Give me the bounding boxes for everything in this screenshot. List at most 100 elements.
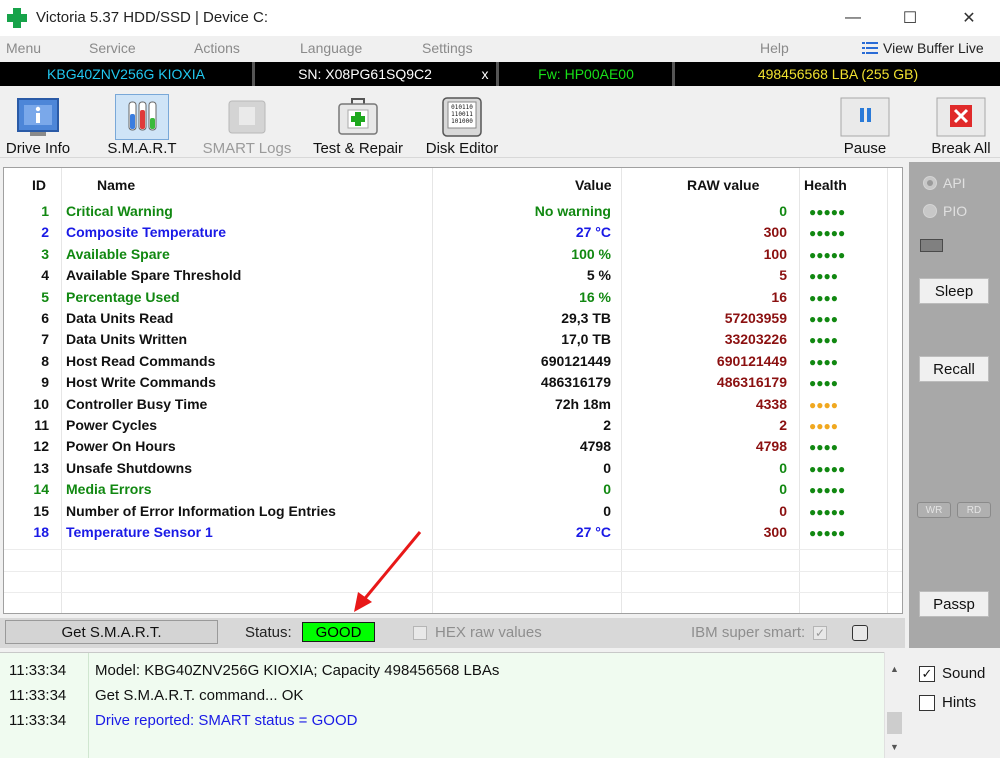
pio-radio[interactable]: PIO xyxy=(923,203,967,219)
health-dots: ●●●●● xyxy=(809,226,846,241)
api-radio-circle xyxy=(923,176,937,190)
passp-button[interactable]: Passp xyxy=(919,591,989,617)
scroll-up-icon[interactable]: ▲ xyxy=(885,660,904,677)
attr-value: 100 % xyxy=(571,245,611,262)
attr-value: No warning xyxy=(534,203,611,219)
log-scrollbar[interactable]: ▲ ▼ xyxy=(884,652,903,758)
attr-id: 12 xyxy=(33,438,49,455)
status-row: Get S.M.A.R.T. Status: GOOD HEX raw valu… xyxy=(0,618,905,648)
attr-id: 9 xyxy=(41,374,49,391)
log-time: 11:33:34 xyxy=(9,662,67,679)
menu-bar: Menu Service Actions Language Settings H… xyxy=(0,36,1000,62)
test-repair-button[interactable]: Test & Repair xyxy=(306,86,410,158)
extra-checkbox[interactable] xyxy=(852,625,868,641)
scroll-down-icon[interactable]: ▼ xyxy=(885,738,904,755)
break-all-button[interactable]: Break All xyxy=(925,86,997,158)
attr-raw-value: 57203959 xyxy=(724,310,787,326)
table-row[interactable]: 1 Critical Warning No warning 0 ●●●●● xyxy=(4,203,902,224)
get-smart-button[interactable]: Get S.M.A.R.T. xyxy=(5,620,218,644)
hex-raw-checkbox[interactable] xyxy=(413,626,427,640)
api-radio[interactable]: API xyxy=(923,175,966,191)
first-aid-kit-icon xyxy=(331,94,385,140)
attr-raw-value: 0 xyxy=(779,203,787,219)
side-panel: API PIO Sleep Recall WR RD Passp xyxy=(909,162,1000,648)
attr-name: Percentage Used xyxy=(66,288,180,305)
attr-value: 486316179 xyxy=(540,374,611,391)
attr-id: 1 xyxy=(41,203,49,219)
attr-id: 6 xyxy=(41,310,49,326)
table-row[interactable]: 13 Unsafe Shutdowns 0 0 ●●●●● xyxy=(4,460,902,481)
status-label: Status: xyxy=(245,624,292,641)
header-name[interactable]: Name xyxy=(97,177,135,193)
log-panel: 11:33:34 Model: KBG40ZNV256G KIOXIA; Cap… xyxy=(0,652,903,758)
attr-raw-value: 0 xyxy=(779,481,787,498)
health-dots: ●●●●● xyxy=(809,247,846,262)
pause-button[interactable]: Pause xyxy=(835,86,895,158)
menu-language[interactable]: Language xyxy=(300,40,362,56)
menu-settings[interactable]: Settings xyxy=(422,40,473,56)
rd-indicator: RD xyxy=(957,502,991,518)
health-dots: ●●●● xyxy=(809,269,838,284)
header-health[interactable]: Health xyxy=(804,177,847,193)
table-row[interactable]: 6 Data Units Read 29,3 TB 57203959 ●●●● xyxy=(4,310,902,331)
header-raw-value[interactable]: RAW value xyxy=(687,177,759,193)
folder-icon xyxy=(220,94,274,140)
table-row[interactable]: 5 Percentage Used 16 % 16 ●●●● xyxy=(4,289,902,310)
ibm-super-smart-checkbox[interactable]: ✓ xyxy=(813,626,827,640)
header-id[interactable]: ID xyxy=(32,177,46,193)
table-row[interactable]: 4 Available Spare Threshold 5 % 5 ●●●● xyxy=(4,267,902,288)
disk-editor-button[interactable]: 010110 110011 101000 Disk Editor xyxy=(420,86,504,158)
table-row[interactable]: 3 Available Spare 100 % 100 ●●●●● xyxy=(4,246,902,267)
status-badge: GOOD xyxy=(302,622,375,642)
test-tubes-icon xyxy=(115,94,169,140)
table-row[interactable]: 8 Host Read Commands 690121449 690121449 ●●●… xyxy=(4,353,902,374)
drive-info-bar: KBG40ZNV256G KIOXIA SN: X08PG61SQ9C2 x F… xyxy=(0,62,1000,86)
log-time: 11:33:34 xyxy=(9,687,67,704)
recall-button[interactable]: Recall xyxy=(919,356,989,382)
attr-name: Number of Error Information Log Entries xyxy=(66,502,336,519)
table-row[interactable]: 12 Power On Hours 4798 4798 ●●●● xyxy=(4,438,902,459)
hex-raw-label: HEX raw values xyxy=(435,624,542,641)
hints-checkbox[interactable] xyxy=(919,695,935,711)
view-buffer-live-button[interactable]: View Buffer Live xyxy=(862,40,984,56)
sound-checkbox[interactable]: ✓ xyxy=(919,666,935,682)
maximize-button[interactable]: ☐ xyxy=(887,0,933,36)
menu-help[interactable]: Help xyxy=(760,40,789,56)
attr-raw-value: 300 xyxy=(763,224,787,241)
attr-value: 16 % xyxy=(579,288,611,305)
smart-button[interactable]: S.M.A.R.T xyxy=(100,86,184,158)
minimize-button[interactable]: — xyxy=(830,0,876,36)
attr-value: 27 °C xyxy=(575,524,611,540)
table-row[interactable]: 9 Host Write Commands 486316179 486316179 ●●… xyxy=(4,374,902,395)
menu-service[interactable]: Service xyxy=(89,40,136,56)
table-row[interactable]: 15 Number of Error Information Log Entrie… xyxy=(4,503,902,524)
header-value[interactable]: Value xyxy=(575,177,612,193)
attr-name: Host Write Commands xyxy=(66,374,216,391)
close-button[interactable]: ✕ xyxy=(946,0,992,36)
menu-actions[interactable]: Actions xyxy=(194,40,240,56)
scroll-thumb[interactable] xyxy=(887,712,902,734)
table-row[interactable]: 7 Data Units Written 17,0 TB 33203226 ●●●● xyxy=(4,331,902,352)
attr-name: Data Units Written xyxy=(66,331,188,348)
api-label: API xyxy=(943,175,966,191)
health-dots: ●●●● xyxy=(809,376,838,391)
attr-name: Media Errors xyxy=(66,481,152,498)
menu-menu[interactable]: Menu xyxy=(6,40,41,56)
table-row[interactable]: 2 Composite Temperature 27 °C 300 ●●●●● xyxy=(4,224,902,245)
attr-value: 4798 xyxy=(579,438,611,455)
table-row[interactable]: 14 Media Errors 0 0 ●●●●● xyxy=(4,481,902,502)
view-buffer-live-label: View Buffer Live xyxy=(883,40,984,56)
attr-value: 0 xyxy=(603,481,611,498)
sound-label: Sound xyxy=(942,665,986,682)
close-drive-x[interactable]: x xyxy=(474,64,496,84)
sleep-button[interactable]: Sleep xyxy=(919,278,989,304)
table-row[interactable]: 11 Power Cycles 2 2 ●●●● xyxy=(4,417,902,438)
smart-logs-button[interactable]: SMART Logs xyxy=(200,86,294,158)
attr-id: 8 xyxy=(41,352,49,369)
health-dots: ●●●●● xyxy=(809,483,846,498)
health-dots: ●●●●● xyxy=(809,504,846,519)
drive-info-button[interactable]: Drive Info xyxy=(0,86,76,158)
attr-name: Data Units Read xyxy=(66,310,174,326)
table-row[interactable]: 18 Temperature Sensor 1 27 °C 300 ●●●●● xyxy=(4,524,902,545)
table-row[interactable]: 10 Controller Busy Time 72h 18m 4338 ●●●● xyxy=(4,396,902,417)
